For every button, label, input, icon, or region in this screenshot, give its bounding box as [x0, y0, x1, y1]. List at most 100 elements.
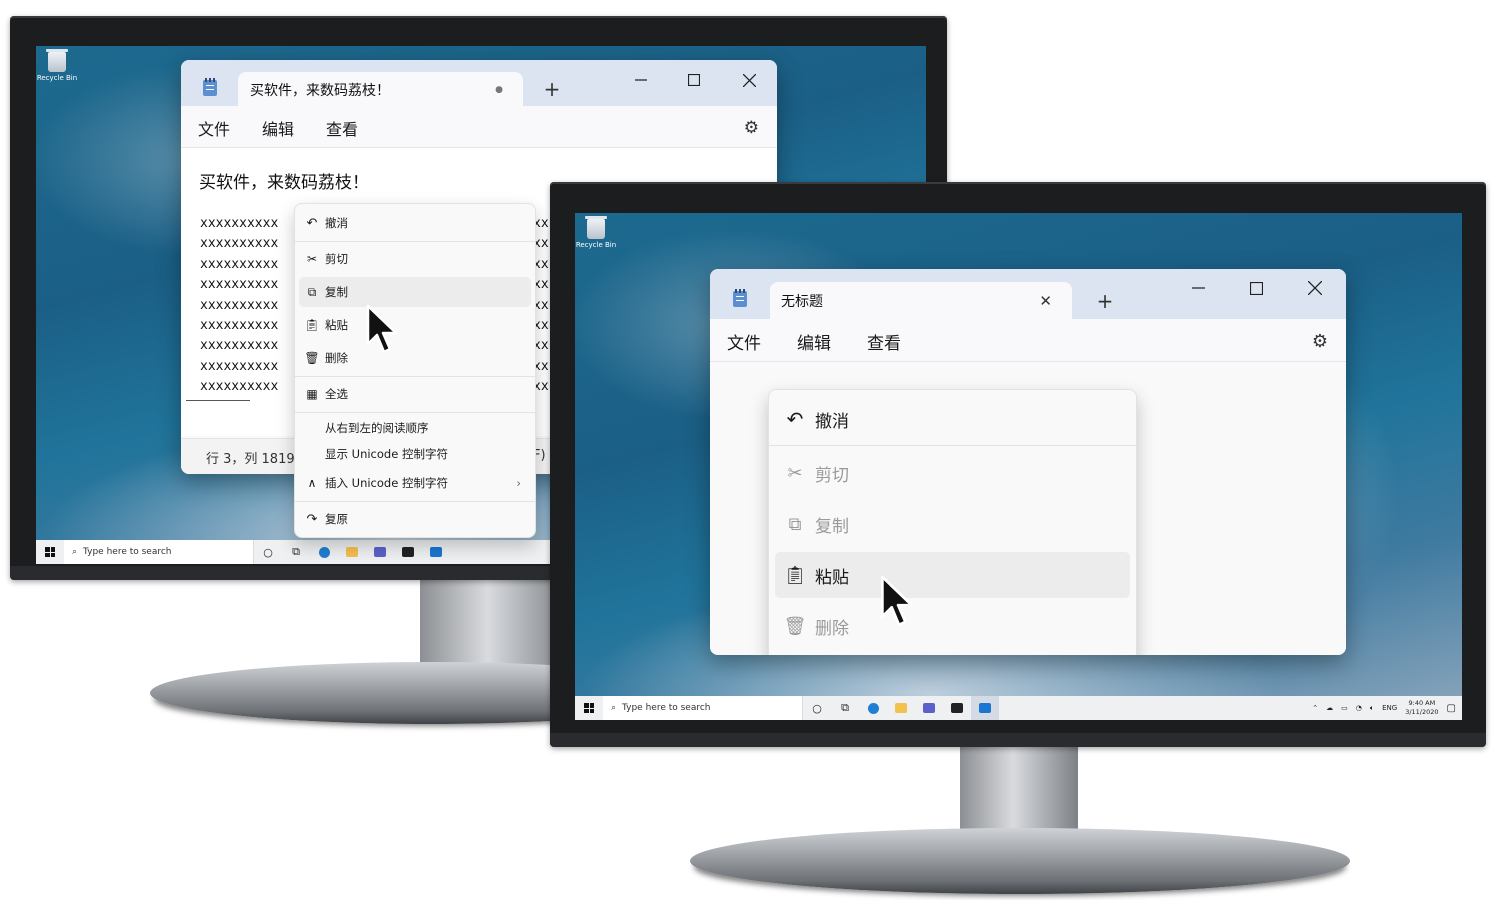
- system-tray: ⌃ ☁ ▭ ◔ 🔈︎ ENG 9:40 AM 3/11/2020 ▢: [1312, 699, 1462, 717]
- menu-item-select-all[interactable]: ▦ 全选: [299, 379, 531, 409]
- minimize-button[interactable]: [1183, 275, 1213, 301]
- new-tab-button[interactable]: +: [1091, 287, 1119, 315]
- minimize-icon: [635, 79, 647, 81]
- edge-icon[interactable]: [310, 540, 338, 564]
- cortana-icon[interactable]: ○: [254, 540, 282, 564]
- menu-item-label: 全选: [325, 387, 348, 401]
- battery-icon[interactable]: ▭: [1341, 704, 1348, 712]
- right-desktop: Recycle Bin ⌕ Type here to search ○ ⧉ ⌃ …: [575, 213, 1462, 720]
- tray-chevron-icon[interactable]: ⌃: [1312, 704, 1318, 712]
- volume-icon[interactable]: 🔈︎: [1370, 704, 1374, 713]
- menu-view[interactable]: 查看: [867, 329, 901, 354]
- recycle-bin[interactable]: Recycle Bin: [36, 49, 82, 82]
- search-icon: ⌕: [72, 547, 78, 557]
- settings-icon[interactable]: ⚙: [744, 118, 759, 138]
- file-explorer-icon[interactable]: [887, 696, 915, 720]
- taskbar-search-box[interactable]: ⌕ Type here to search: [603, 696, 803, 720]
- context-menu: ↶ 撤消 ✂ 剪切 ⧉ 复制 📋︎ 粘贴 🗑︎ 删除 ▦ 全选 从右到左的阅读顺…: [294, 203, 536, 538]
- cortana-icon[interactable]: ○: [803, 696, 831, 720]
- taskbar-search-placeholder: Type here to search: [622, 703, 711, 713]
- submenu-chevron-icon: ›: [516, 476, 521, 490]
- menu-view[interactable]: 查看: [326, 116, 358, 140]
- teams-icon[interactable]: [366, 540, 394, 564]
- mail-icon[interactable]: [971, 696, 999, 720]
- menu-edit[interactable]: 编辑: [262, 116, 294, 140]
- right-monitor-base: [690, 828, 1350, 894]
- close-icon: [1308, 281, 1322, 295]
- start-button[interactable]: [36, 540, 64, 564]
- menu-bar: 文件 编辑 查看 ⚙: [181, 108, 777, 148]
- undo-icon: ↶: [786, 407, 804, 431]
- unsaved-dot-icon[interactable]: ●: [495, 85, 503, 95]
- close-button[interactable]: [1300, 275, 1330, 301]
- minimize-button[interactable]: [626, 68, 656, 92]
- cut-icon: ✂: [787, 462, 803, 484]
- windows-logo-icon: [45, 547, 55, 557]
- menu-item-rtl-reading[interactable]: 从右到左的阅读顺序: [299, 415, 531, 441]
- maximize-button[interactable]: [679, 68, 709, 92]
- maximize-icon: [688, 74, 700, 86]
- new-tab-button[interactable]: +: [539, 76, 565, 102]
- maximize-icon: [1249, 281, 1263, 295]
- menu-file[interactable]: 文件: [198, 116, 230, 140]
- close-icon: [742, 73, 756, 87]
- menu-item-cut: ✂ 剪切: [775, 450, 1130, 496]
- menu-item-paste[interactable]: 📋︎ 粘贴: [299, 310, 531, 340]
- editor-text-line: xxxxxxxxxx: [200, 379, 279, 395]
- editor-heading-line: 买软件，来数码荔枝！: [199, 173, 369, 193]
- menu-file[interactable]: 文件: [727, 329, 761, 354]
- menu-item-label: 复制: [325, 285, 348, 299]
- clock-date: 3/11/2020: [1405, 708, 1439, 716]
- tab-active[interactable]: 买软件，来数码荔枝！ ●: [238, 72, 523, 108]
- copy-icon: ⧉: [307, 284, 317, 299]
- menu-item-redo[interactable]: ↷ 复原: [299, 504, 531, 534]
- editor-text-lines: xxxxxxxxxx xxxxxxxxxx xxxxxxxxxx xxxxxxxxxx…: [200, 214, 278, 398]
- close-button[interactable]: [734, 68, 764, 92]
- notification-icon[interactable]: ▢: [1447, 703, 1456, 714]
- menu-item-insert-unicode[interactable]: ∧ 插入 Unicode 控制字符 ›: [299, 468, 531, 498]
- maximize-button[interactable]: [1241, 275, 1271, 301]
- tab-title: 无标题: [781, 294, 823, 310]
- menu-item-undo[interactable]: ↶ 撤消: [775, 396, 1130, 442]
- menu-item-label: 从右到左的阅读顺序: [325, 421, 429, 435]
- tab-close-icon[interactable]: ✕: [1039, 292, 1052, 310]
- network-icon[interactable]: ◔: [1356, 704, 1362, 712]
- menu-item-copy[interactable]: ⧉ 复制: [299, 277, 531, 307]
- file-explorer-icon[interactable]: [338, 540, 366, 564]
- menu-item-label: 剪切: [325, 252, 348, 266]
- menu-item-undo[interactable]: ↶ 撤消: [299, 208, 531, 238]
- teams-icon[interactable]: [915, 696, 943, 720]
- menu-item-cut[interactable]: ✂ 剪切: [299, 244, 531, 274]
- store-icon[interactable]: [943, 696, 971, 720]
- task-view-icon[interactable]: ⧉: [282, 540, 310, 564]
- menu-item-label: 撤消: [815, 411, 849, 432]
- start-button[interactable]: [575, 696, 603, 720]
- tab-active[interactable]: 无标题 ✕: [770, 282, 1072, 320]
- mail-icon[interactable]: [422, 540, 450, 564]
- menu-item-delete[interactable]: 🗑︎ 删除: [299, 343, 531, 373]
- store-icon[interactable]: [394, 540, 422, 564]
- clock-time: 9:40 AM: [1408, 699, 1436, 707]
- taskbar-search-box[interactable]: ⌕ Type here to search: [64, 540, 254, 564]
- task-view-icon[interactable]: ⧉: [831, 696, 859, 720]
- settings-icon[interactable]: ⚙: [1312, 331, 1328, 352]
- menu-edit[interactable]: 编辑: [797, 329, 831, 354]
- windows-logo-icon: [584, 703, 594, 713]
- editor-text-line: xxxxxxxxxx: [200, 216, 279, 231]
- minimize-icon: [1191, 287, 1205, 289]
- status-position: 行 3，列 1819: [206, 452, 295, 467]
- menu-item-label: 删除: [325, 351, 348, 365]
- recycle-bin[interactable]: Recycle Bin: [575, 216, 621, 249]
- menu-item-show-unicode[interactable]: 显示 Unicode 控制字符: [299, 441, 531, 467]
- edge-icon[interactable]: [859, 696, 887, 720]
- onedrive-icon[interactable]: ☁: [1326, 704, 1333, 712]
- clock[interactable]: 9:40 AM 3/11/2020: [1405, 699, 1438, 717]
- notepad-icon: [203, 78, 217, 96]
- notepad-icon: [733, 289, 747, 307]
- menu-item-paste[interactable]: 📋︎ 粘贴: [775, 552, 1130, 598]
- menu-bar: 文件 编辑 查看 ⚙: [710, 321, 1346, 362]
- menu-item-label: 插入 Unicode 控制字符: [325, 476, 448, 490]
- copy-icon: ⧉: [788, 513, 802, 535]
- input-language[interactable]: ENG: [1382, 704, 1397, 712]
- cut-icon: ✂: [306, 252, 318, 266]
